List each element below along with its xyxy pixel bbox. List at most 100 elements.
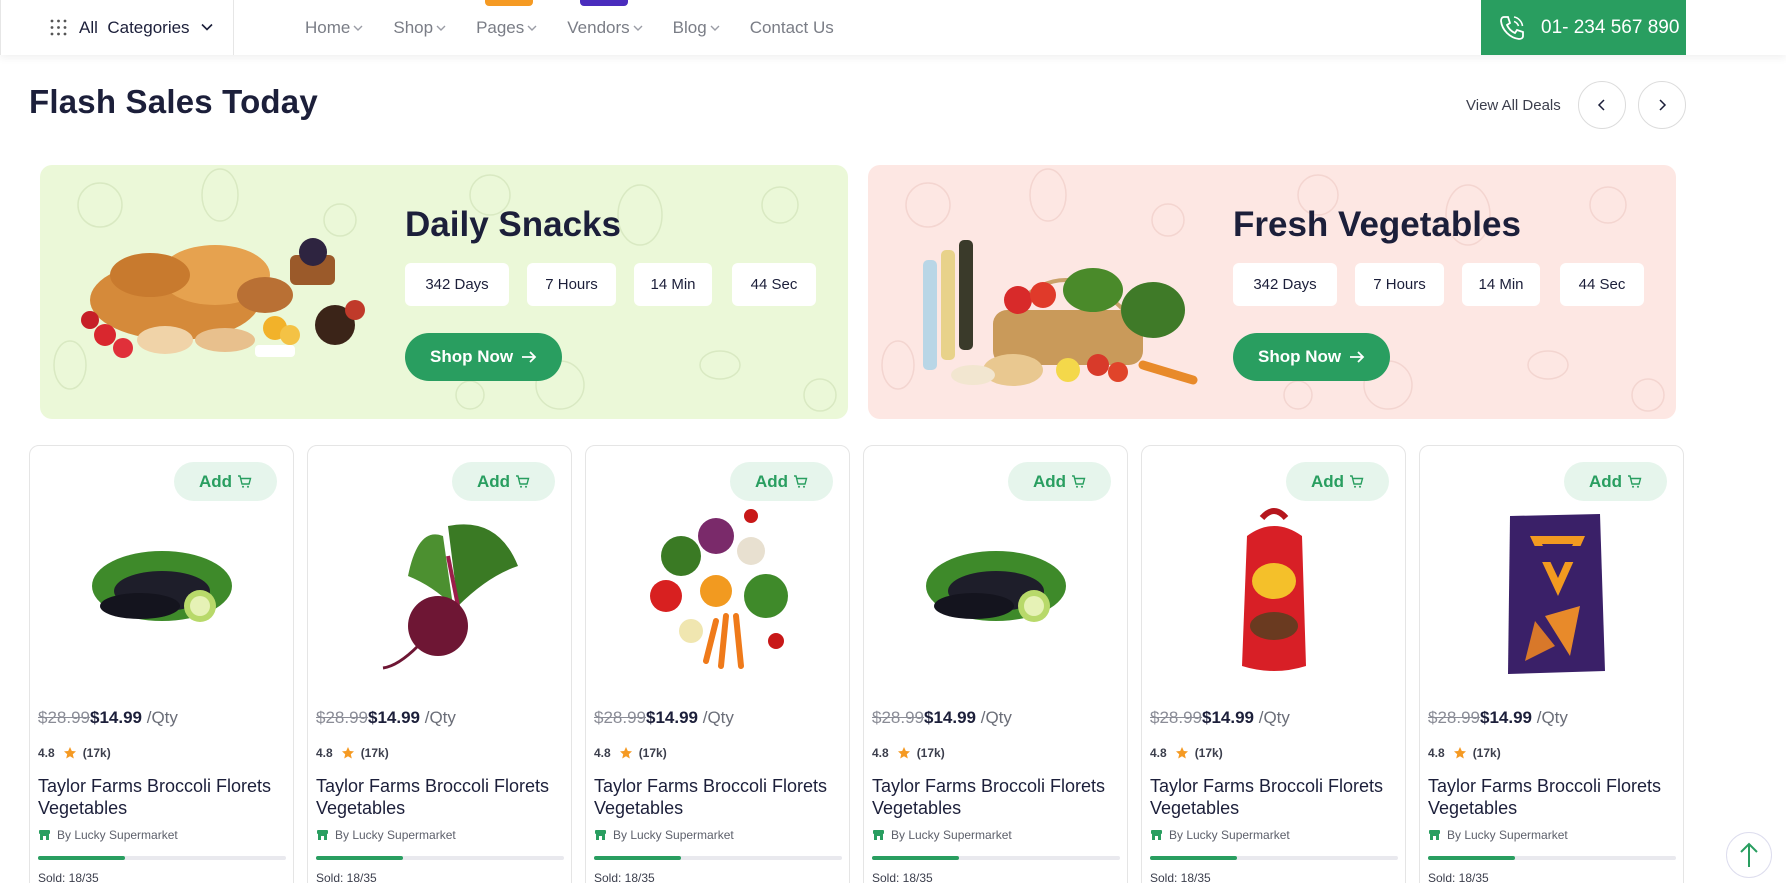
review-count: (17k) [638, 746, 667, 760]
product-price: $28.99$14.99 /Qty [872, 708, 1012, 728]
add-label: Add [477, 471, 511, 491]
menu-item-label: Shop [393, 17, 434, 37]
shop-now-button[interactable]: Shop Now [1233, 333, 1390, 381]
chevron-down-icon [201, 23, 213, 31]
phone-icon [1500, 16, 1524, 40]
sold-progress-fill [38, 856, 125, 860]
product-card[interactable]: Add $28.99$14.99 /Qty 4.8 (17k) Taylor F… [585, 445, 850, 883]
product-card[interactable]: Add $28.99$14.99 /Qty 4.8 (17k) Taylor F… [863, 445, 1128, 883]
sold-count: Sold: 18/35 [594, 871, 655, 883]
product-name[interactable]: Taylor Farms Broccoli Florets Vegetables [1150, 775, 1390, 819]
product-vendor: By Lucky Supermarket [38, 828, 178, 842]
sold-progress-bar [316, 856, 564, 860]
countdown-hours: 7 Hours [1355, 263, 1444, 306]
product-rating: 4.8 (17k) [594, 746, 667, 760]
shop-now-button[interactable]: Shop Now [405, 333, 562, 381]
menu-item-label: Vendors [567, 17, 630, 37]
menu-item-shop[interactable]: Shop [393, 0, 447, 55]
product-price: $28.99$14.99 /Qty [1150, 708, 1290, 728]
product-price: $28.99$14.99 /Qty [38, 708, 178, 728]
product-card[interactable]: Add $28.99$14.99 /Qty 4.8 (17k) Taylor F… [1141, 445, 1406, 883]
chevron-left-icon [1597, 99, 1605, 111]
product-name[interactable]: Taylor Farms Broccoli Florets Vegetables [594, 775, 834, 819]
review-count: (17k) [82, 746, 111, 760]
sold-progress-fill [1150, 856, 1237, 860]
countdown-hours: 7 Hours [527, 263, 616, 306]
chevron-down-icon [436, 25, 446, 31]
arrow-up-icon [1740, 842, 1758, 867]
sold-progress-fill [594, 856, 681, 860]
countdown-seconds: 44 Sec [732, 263, 816, 306]
add-label: Add [1589, 471, 1623, 491]
arrow-right-icon [522, 351, 537, 363]
view-all-deals-link[interactable]: View All Deals [1466, 97, 1561, 114]
sale-price: $14.99 [924, 708, 976, 727]
product-name[interactable]: Taylor Farms Broccoli Florets Vegetables [316, 775, 556, 819]
star-icon [341, 747, 354, 759]
grocery-basket-image [923, 240, 1198, 386]
arrow-right-icon [1350, 351, 1365, 363]
sold-count: Sold: 18/35 [1150, 871, 1211, 883]
section-title: Flash Sales Today [29, 83, 318, 120]
product-rating: 4.8 (17k) [38, 746, 111, 760]
menu-item-contact[interactable]: Contact Us [750, 0, 834, 55]
phone-number: 01- 234 567 890 [1541, 16, 1680, 38]
vendor-name: By Lucky Supermarket [613, 828, 734, 842]
phone-call-button[interactable]: 01- 234 567 890 [1481, 0, 1686, 55]
scroll-to-top-button[interactable] [1726, 832, 1772, 878]
product-card[interactable]: Add $28.99$14.99 /Qty 4.8 (17k) Taylor F… [1419, 445, 1684, 883]
menu-item-pages[interactable]: Pages [476, 0, 538, 55]
product-image [382, 524, 518, 670]
menu-item-vendors[interactable]: Vendors [567, 0, 643, 55]
menu-item-label: Pages [476, 17, 525, 37]
cart-icon [1072, 475, 1086, 488]
store-icon [1151, 830, 1162, 840]
star-icon [1453, 747, 1466, 759]
product-name[interactable]: Taylor Farms Broccoli Florets Vegetables [1428, 775, 1668, 819]
sold-progress-fill [316, 856, 403, 860]
all-categories-label: All Categories [79, 17, 190, 37]
old-price: $28.99 [1428, 708, 1480, 727]
main-menu: Home Shop Pages Vendors Blog Contact Us [305, 0, 863, 55]
sold-progress-bar [872, 856, 1120, 860]
sold-progress-fill [872, 856, 959, 860]
product-name[interactable]: Taylor Farms Broccoli Florets Vegetables [872, 775, 1112, 819]
menu-item-blog[interactable]: Blog [673, 0, 721, 55]
menu-item-label: Home [305, 17, 351, 37]
price-unit: /Qty [420, 708, 456, 727]
carousel-next-button[interactable] [1638, 81, 1686, 129]
product-rating: 4.8 (17k) [1428, 746, 1501, 760]
sale-price: $14.99 [1202, 708, 1254, 727]
carousel-prev-button[interactable] [1578, 81, 1626, 129]
product-card[interactable]: Add $28.99$14.99 /Qty 4.8 (17k) Taylor F… [29, 445, 294, 883]
old-price: $28.99 [872, 708, 924, 727]
product-vendor: By Lucky Supermarket [872, 828, 1012, 842]
product-card[interactable]: Add $28.99$14.99 /Qty 4.8 (17k) Taylor F… [307, 445, 572, 883]
menu-item-home[interactable]: Home [305, 0, 364, 55]
star-icon [619, 747, 632, 759]
product-name[interactable]: Taylor Farms Broccoli Florets Vegetables [38, 775, 278, 819]
vendor-name: By Lucky Supermarket [1169, 828, 1290, 842]
daily-snacks-banner: Daily Snacks 342 Days 7 Hours 14 Min 44 … [40, 165, 848, 419]
chevron-down-icon [527, 25, 537, 31]
price-unit: /Qty [1254, 708, 1290, 727]
vendor-name: By Lucky Supermarket [1447, 828, 1568, 842]
all-categories-dropdown[interactable]: All Categories [0, 0, 234, 55]
rating-value: 4.8 [1428, 746, 1445, 760]
price-unit: /Qty [698, 708, 734, 727]
product-image [650, 509, 788, 669]
vendor-name: By Lucky Supermarket [57, 828, 178, 842]
sold-progress-bar [38, 856, 286, 860]
sold-progress-bar [1428, 856, 1676, 860]
shop-now-label: Shop Now [1258, 347, 1342, 366]
pages-badge [485, 0, 533, 6]
menu-item-label: Contact Us [749, 17, 834, 37]
review-count: (17k) [916, 746, 945, 760]
add-label: Add [1311, 471, 1345, 491]
price-unit: /Qty [1532, 708, 1568, 727]
sold-count: Sold: 18/35 [872, 871, 933, 883]
old-price: $28.99 [316, 708, 368, 727]
store-icon [595, 830, 606, 840]
grid-dots-icon [50, 19, 67, 36]
product-rating: 4.8 (17k) [872, 746, 945, 760]
